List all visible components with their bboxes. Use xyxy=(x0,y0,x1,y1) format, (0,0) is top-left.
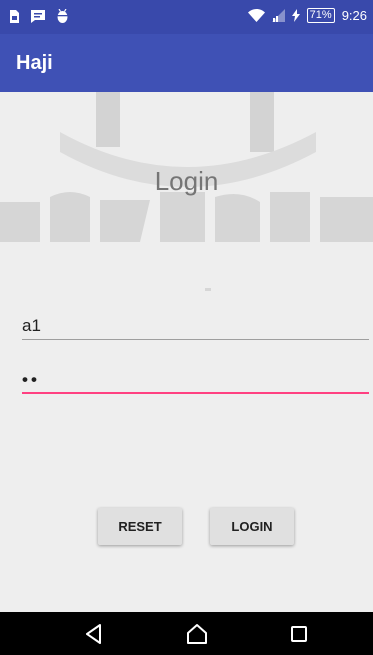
password-field[interactable]: •• xyxy=(22,370,369,394)
android-debug-icon xyxy=(57,9,68,23)
username-underline xyxy=(22,339,369,340)
status-system: 71% 9:26 xyxy=(247,8,367,23)
clock: 9:26 xyxy=(341,8,367,23)
login-title: Login xyxy=(154,166,219,196)
message-icon xyxy=(31,9,45,23)
home-icon[interactable] xyxy=(185,622,209,646)
signal-icon xyxy=(271,9,285,22)
app-title: Haji xyxy=(16,52,53,74)
battery-level: 71% xyxy=(306,8,335,23)
password-underline-focused xyxy=(22,392,369,394)
sim-card-icon xyxy=(10,9,19,23)
login-button[interactable]: LOGIN xyxy=(210,508,294,545)
watermark-logo xyxy=(0,92,373,291)
reset-button[interactable]: RESET xyxy=(98,508,182,545)
recents-icon[interactable] xyxy=(287,622,311,646)
status-notifications xyxy=(10,9,68,23)
status-bar: 71% 9:26 xyxy=(0,0,373,34)
username-field[interactable]: a1 xyxy=(22,316,369,340)
charging-icon xyxy=(291,9,300,22)
wifi-icon xyxy=(247,9,265,22)
navigation-bar xyxy=(0,612,373,655)
app-bar: Haji xyxy=(0,34,373,92)
back-icon[interactable] xyxy=(82,622,106,646)
